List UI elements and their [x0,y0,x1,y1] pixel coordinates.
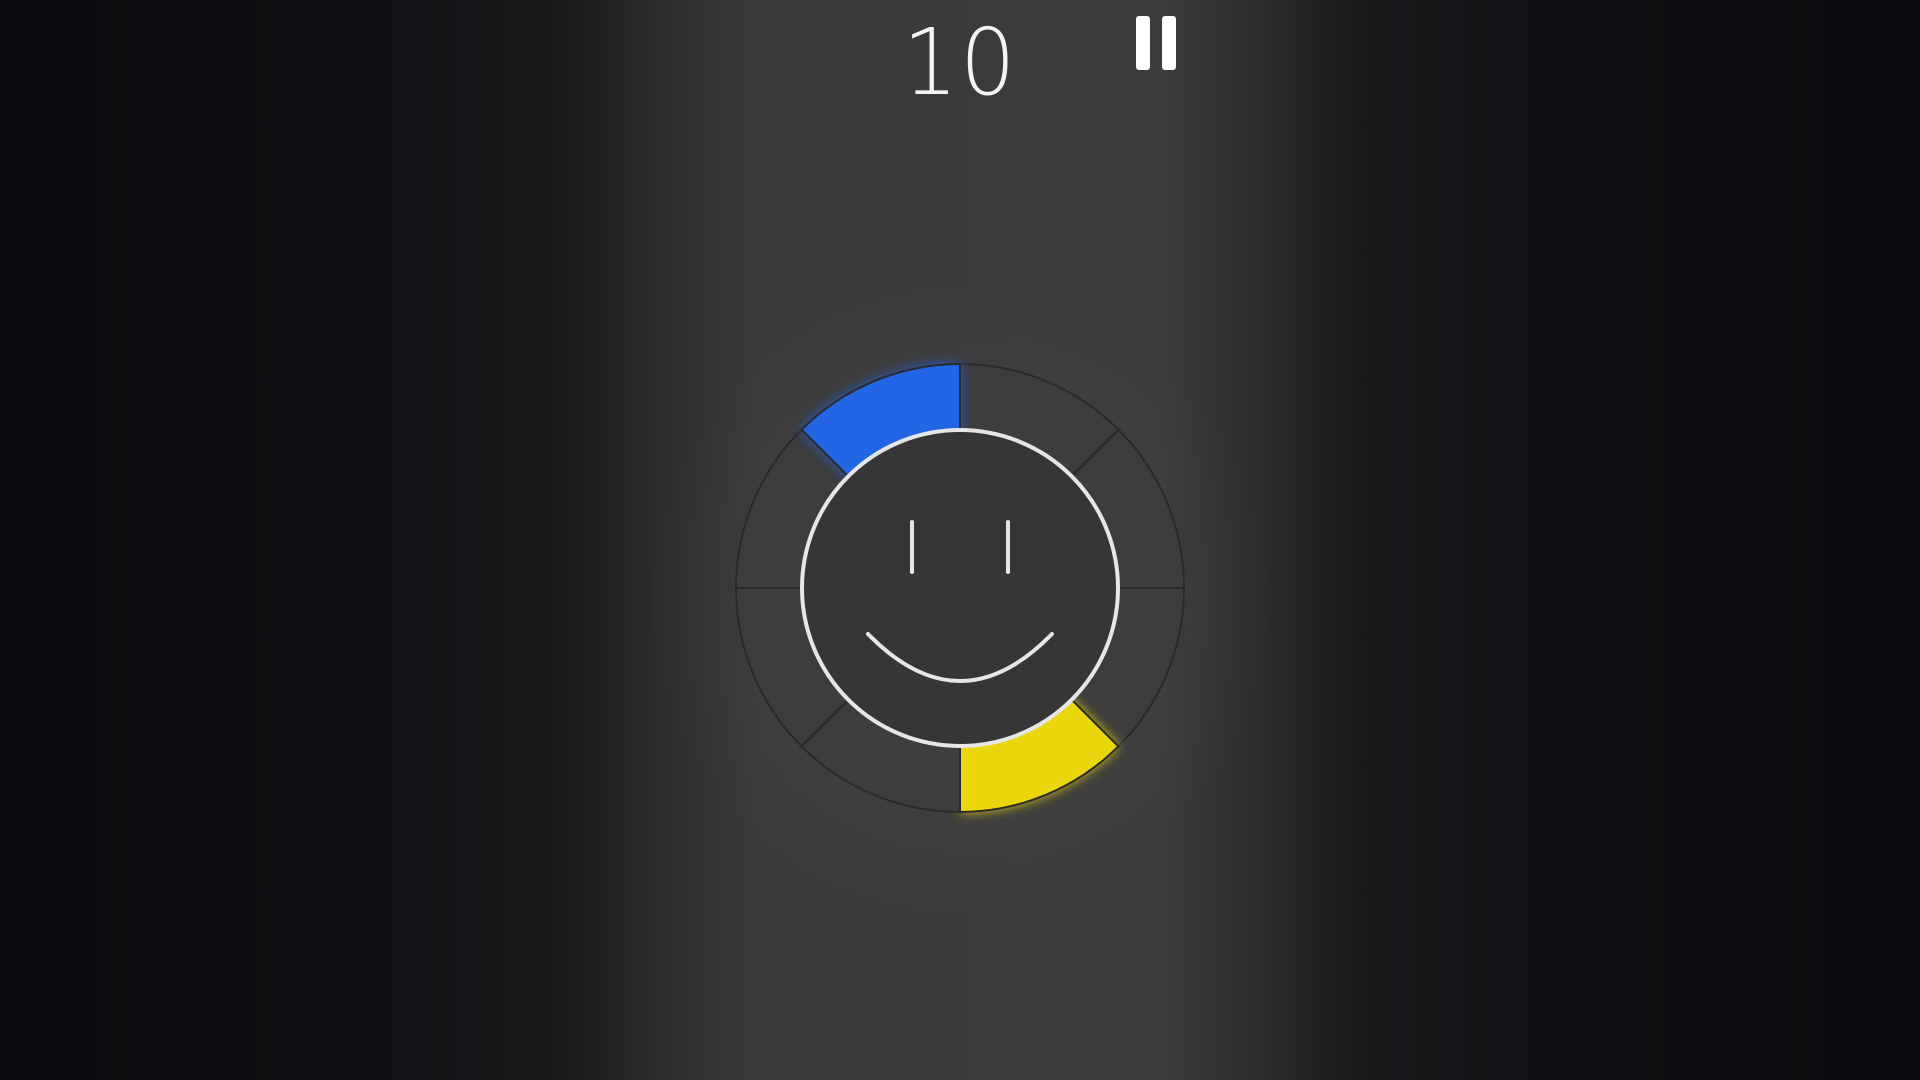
color-wheel[interactable] [0,0,1920,1080]
smiley-face-icon [800,428,1120,748]
face-outline [800,428,1120,748]
